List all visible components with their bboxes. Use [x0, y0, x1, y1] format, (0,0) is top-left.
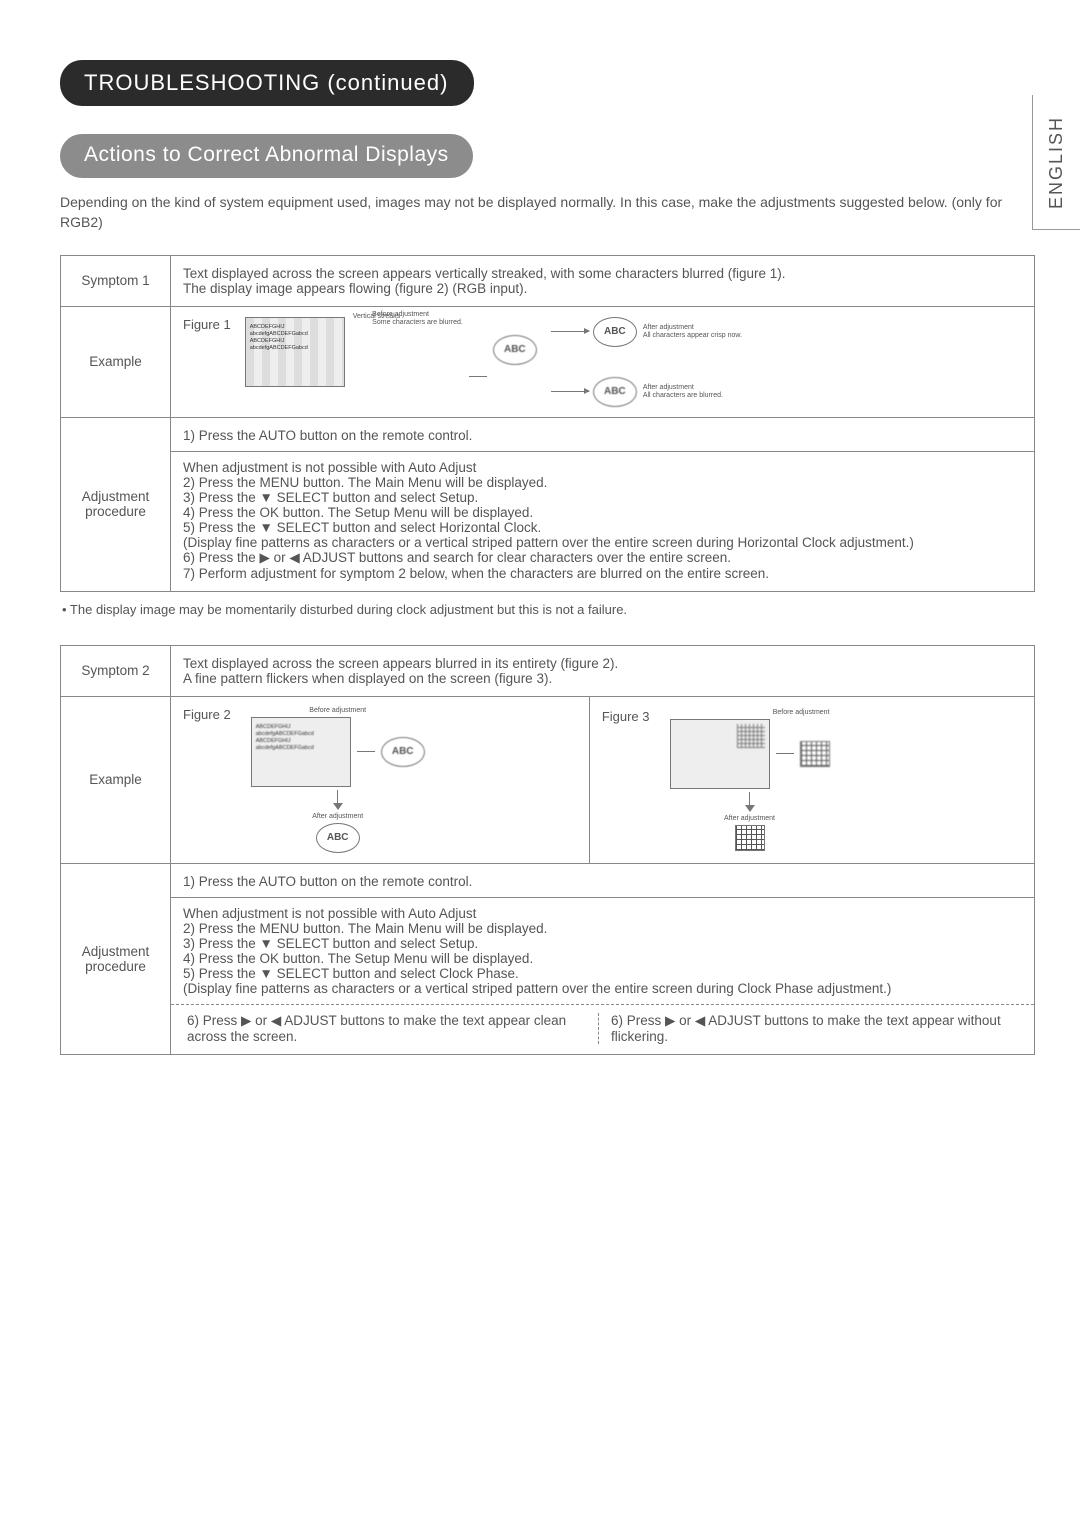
s2-step6a: 6) Press ▶ or ◀ ADJUST buttons to make t…	[183, 1013, 598, 1044]
label-adjproc-1: Adjustment procedure	[61, 417, 171, 591]
divider	[171, 897, 1034, 898]
figure3-label: Figure 3	[602, 709, 650, 724]
mid-note: • The display image may be momentarily d…	[62, 602, 1035, 617]
label-adjproc-2: Adjustment procedure	[61, 863, 171, 1054]
symptom2-text: Text displayed across the screen appears…	[171, 645, 1035, 696]
figure3-screen	[670, 719, 770, 789]
fig3-after-label: After adjustment	[724, 815, 775, 823]
bubble-abc-crisp: ABC	[593, 317, 637, 347]
adjproc-2-cell: 1) Press the AUTO button on the remote c…	[171, 863, 1035, 1054]
label-symptom2: Symptom 2	[61, 645, 171, 696]
s1-steps-rest: When adjustment is not possible with Aut…	[183, 460, 1022, 581]
example-1-cell: Figure 1 ABCDEFGHIJ abcdefgABCDEFGabcd A…	[171, 306, 1035, 417]
bubble-abc-fig2: ABC	[381, 737, 425, 767]
section-title: TROUBLESHOOTING (continued)	[84, 70, 448, 95]
abc-text-4: ABC	[392, 746, 414, 757]
language-tab: ENGLISH	[1032, 95, 1080, 230]
abc-text: ABC	[504, 344, 526, 355]
arrow-down-icon	[333, 790, 343, 810]
adjproc-1-cell: 1) Press the AUTO button on the remote c…	[171, 417, 1035, 591]
abc-text-2: ABC	[604, 326, 626, 337]
fig2-before-label: Before adjustment	[309, 707, 366, 715]
caption-after-crisp: After adjustment All characters appear c…	[643, 324, 742, 340]
label-symptom1: Symptom 1	[61, 255, 171, 306]
figure1-screen: ABCDEFGHIJ abcdefgABCDEFGabcd ABCDEFGHIJ…	[245, 317, 345, 387]
arrow-right-icon	[551, 331, 589, 332]
grid-pattern-blur	[800, 741, 830, 767]
s2-step1: 1) Press the AUTO button on the remote c…	[183, 874, 1022, 889]
bubble-abc-blur-2: ABC	[593, 377, 637, 407]
fig3-before-label: Before adjustment	[773, 709, 830, 717]
symptom1-text: Text displayed across the screen appears…	[171, 255, 1035, 306]
example-2-fig2: Figure 2 Before adjustment ABCDEFGHIJ ab…	[171, 696, 590, 863]
section-title-pill: TROUBLESHOOTING (continued)	[60, 60, 474, 106]
arrow-right-icon	[551, 391, 589, 392]
caption-after-blur: After adjustment All characters are blur…	[643, 384, 723, 400]
example-2-fig3: Figure 3 Before adjustment After adjustm…	[589, 696, 1034, 863]
bubble-abc-blur: ABC	[493, 335, 537, 365]
subsection-title-pill: Actions to Correct Abnormal Displays	[60, 134, 473, 178]
language-label: ENGLISH	[1046, 115, 1067, 208]
s2-step6b: 6) Press ▶ or ◀ ADJUST buttons to make t…	[598, 1013, 1022, 1044]
grid-pattern-crisp	[735, 825, 765, 851]
divider	[171, 451, 1034, 452]
label-example-2: Example	[61, 696, 171, 863]
label-example-1: Example	[61, 306, 171, 417]
symptom-2-table: Symptom 2 Text displayed across the scre…	[60, 645, 1035, 1055]
intro-paragraph: Depending on the kind of system equipmen…	[60, 192, 1035, 233]
s2-steps-rest: When adjustment is not possible with Aut…	[183, 906, 1022, 996]
figure2-screen-text: ABCDEFGHIJ abcdefgABCDEFGabcd ABCDEFGHIJ…	[256, 724, 346, 753]
abc-text-5: ABC	[327, 832, 349, 843]
abc-text-3: ABC	[604, 386, 626, 397]
figure1-screen-text: ABCDEFGHIJ abcdefgABCDEFGabcd ABCDEFGHIJ…	[250, 324, 340, 353]
caption-before: Before adjustment Some characters are bl…	[372, 311, 463, 327]
figure1-label: Figure 1	[183, 317, 231, 332]
bubble-abc-fig2-after: ABC	[316, 823, 360, 853]
subsection-title: Actions to Correct Abnormal Displays	[84, 143, 449, 166]
arrow-down-icon	[745, 792, 755, 812]
figure2-screen: ABCDEFGHIJ abcdefgABCDEFGabcd ABCDEFGHIJ…	[251, 717, 351, 787]
figure2-label: Figure 2	[183, 707, 231, 722]
symptom-1-table: Symptom 1 Text displayed across the scre…	[60, 255, 1035, 592]
s1-step1: 1) Press the AUTO button on the remote c…	[183, 428, 1022, 443]
fig2-after-label: After adjustment	[312, 813, 363, 821]
dashed-divider	[171, 1004, 1034, 1005]
